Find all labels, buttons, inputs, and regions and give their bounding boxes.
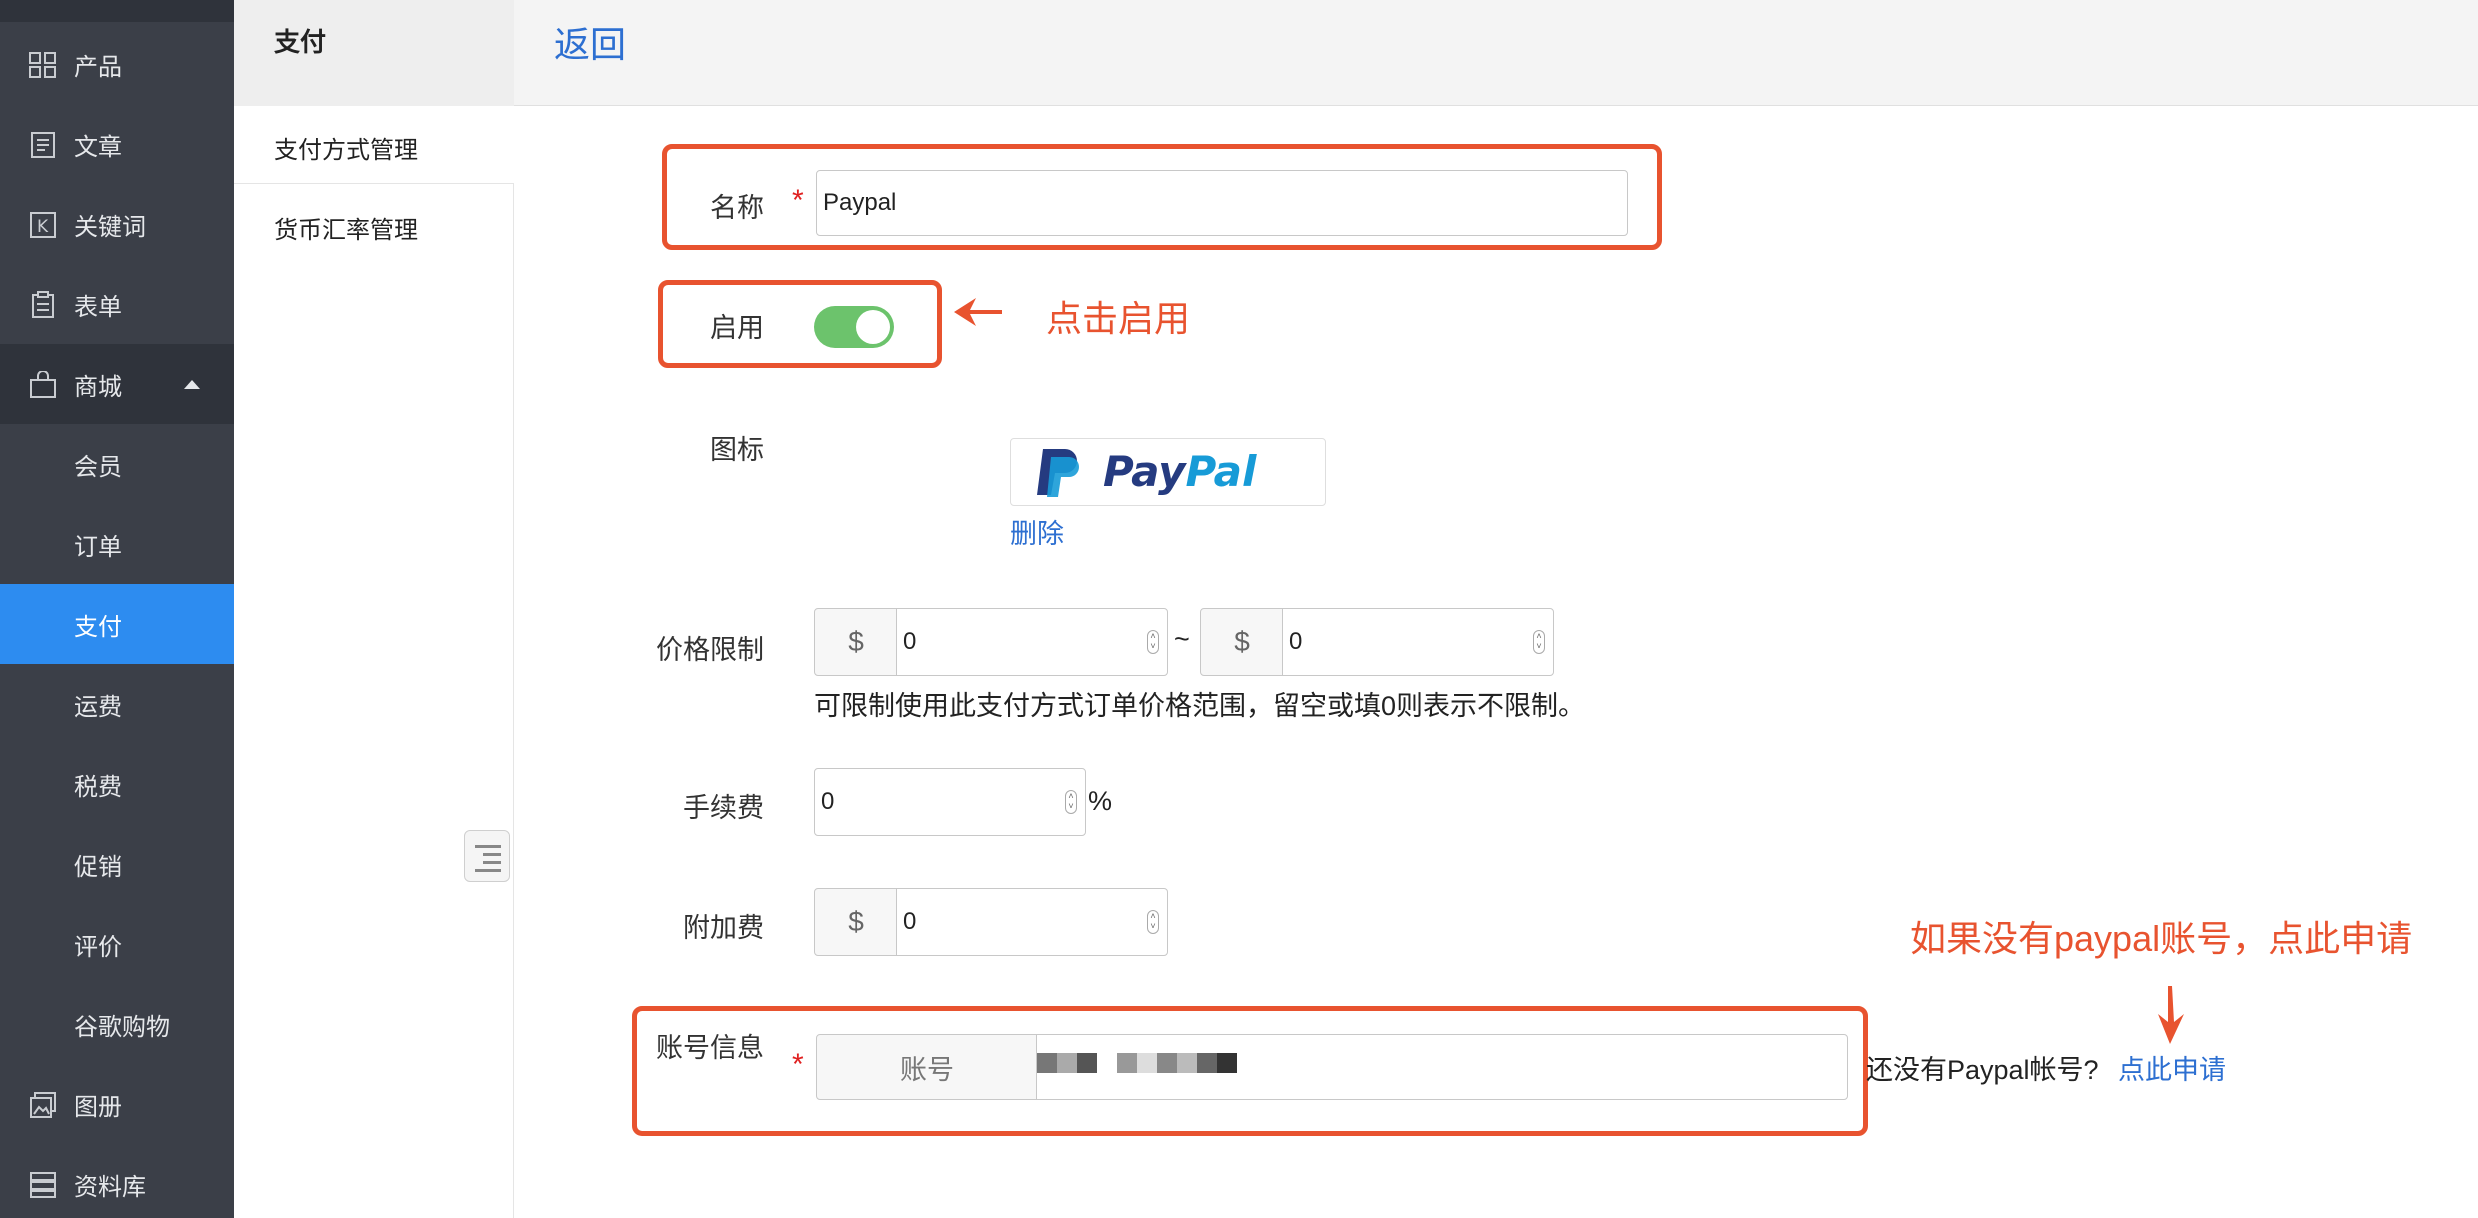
sidebar-item-keywords[interactable]: K 关键词 [0,184,234,264]
sidebar-item-label: 图册 [74,1093,122,1121]
price-limit-label: 价格限制 [656,635,764,665]
sidebar-item-label: 评价 [74,933,122,961]
sidebar-item-label: 促销 [74,853,122,881]
annotation-apply-hint: 如果没有paypal账号，点此申请 [1910,918,2413,959]
sidebar-item-google-shopping[interactable]: 谷歌购物 [0,984,234,1064]
sidebar-item-label: 支付 [74,613,122,641]
no-account-text: 还没有Paypal帐号? [1866,1055,2099,1085]
stepper-icon[interactable]: ˄ ˅ [1147,910,1159,934]
price-min-value: 0 [903,628,917,655]
account-addon: 账号 [816,1034,1038,1100]
price-range-separator: ~ [1174,624,1190,654]
sidebar-item-label: 运费 [74,693,122,721]
toggle-knob [856,310,890,344]
subnav-header: 支付 [234,0,514,106]
sidebar-item-label: 税费 [74,773,122,801]
shopping-bag-icon [30,371,56,398]
fee-unit: % [1088,786,1113,816]
subnav-item-payment-methods[interactable]: 支付方式管理 [234,106,514,184]
collapse-sidebar-button[interactable] [464,830,510,882]
sidebar-item-label: 谷歌购物 [74,1013,170,1041]
subnav-item-label: 货币汇率管理 [274,217,418,244]
apply-account-link[interactable]: 点此申请 [2118,1048,2226,1087]
grid-icon [29,52,56,78]
delete-icon-link[interactable]: 删除 [1010,512,1064,551]
price-min-input[interactable]: 0 ˄ ˅ [896,608,1168,676]
sidebar-item-label: 产品 [74,53,122,81]
sidebar-item-label: 商城 [74,373,122,401]
arrow-down-icon [2158,986,2184,1044]
name-label: 名称 [710,193,764,223]
sidebar-item-label: 订单 [74,533,122,561]
surcharge-value: 0 [903,908,917,935]
fee-input[interactable]: 0 ˄ ˅ [814,768,1086,836]
sidebar-item-promotions[interactable]: 促销 [0,824,234,904]
arrow-left-icon [954,298,1002,326]
sidebar-item-gallery[interactable]: 图册 [0,1064,234,1144]
price-max-input[interactable]: 0 ˄ ˅ [1282,608,1554,676]
icon-label: 图标 [710,435,764,465]
sub-navigation: 支付 支付方式管理 货币汇率管理 [234,0,514,1218]
masked-account-value [1037,1053,1237,1073]
sidebar-item-mall[interactable]: 商城 [0,344,234,424]
paypal-logo-text-b: Pal [1185,447,1257,496]
sidebar-item-forms[interactable]: 表单 [0,264,234,344]
account-info-label: 账号信息 [656,1033,764,1063]
enable-label: 启用 [710,313,764,343]
gallery-icon [30,1092,56,1118]
currency-addon: $ [814,888,898,956]
subnav-item-label: 支付方式管理 [274,137,418,164]
paypal-logo-text-a: Pay [1103,447,1186,496]
name-input[interactable]: Paypal [816,170,1628,236]
sidebar-item-label: 关键词 [74,213,146,241]
stepper-icon[interactable]: ˄ ˅ [1533,630,1545,654]
sidebar-item-label: 资料库 [74,1173,146,1201]
subnav-item-currency-rates[interactable]: 货币汇率管理 [234,186,514,264]
sidebar-item-label: 文章 [74,133,122,161]
sidebar-item-articles[interactable]: 文章 [0,104,234,184]
sidebar-item-tax[interactable]: 税费 [0,744,234,824]
subnav-title: 支付 [274,27,327,57]
sidebar-item-label: 会员 [74,453,122,481]
caret-up-icon [184,380,200,389]
enable-toggle[interactable] [814,306,894,348]
price-limit-hint: 可限制使用此支付方式订单价格范围，留空或填0则表示不限制。 [814,691,1586,721]
surcharge-label: 附加费 [683,913,764,943]
currency-addon: $ [1200,608,1284,676]
sidebar-item-reviews[interactable]: 评价 [0,904,234,984]
sidebar-item-payment[interactable]: 支付 [0,584,234,664]
paypal-logo: PayPal [1010,438,1326,506]
sidebar-item-shipping[interactable]: 运费 [0,664,234,744]
fee-label: 手续费 [683,793,764,823]
sidebar-top-edge [0,0,234,22]
page-header: 返回 [514,0,2478,106]
account-input[interactable] [1036,1034,1848,1100]
clipboard-icon [32,291,54,318]
stepper-icon[interactable]: ˄ ˅ [1065,790,1077,814]
keyword-icon: K [30,212,56,238]
sidebar-item-label: 表单 [74,293,122,321]
annotation-enable-hint: 点击启用 [1046,298,1191,339]
sidebar-item-products[interactable]: 产品 [0,24,234,104]
sidebar-item-members[interactable]: 会员 [0,424,234,504]
stepper-icon[interactable]: ˄ ˅ [1147,630,1159,654]
paypal-p-icon [1037,449,1079,497]
back-link[interactable]: 返回 [554,16,626,68]
document-icon [31,132,55,158]
fee-value: 0 [821,788,835,815]
main-sidebar: 产品 文章 K 关键词 表单 商城 会员 订单 支付 运费 税费 促销 评价 谷… [0,0,234,1218]
svg-text:K: K [37,217,49,237]
required-mark: * [792,1048,804,1081]
currency-addon: $ [814,608,898,676]
required-mark: * [792,184,804,217]
sidebar-item-orders[interactable]: 订单 [0,504,234,584]
database-icon [30,1172,56,1198]
surcharge-input[interactable]: 0 ˄ ˅ [896,888,1168,956]
price-max-value: 0 [1289,628,1303,655]
sidebar-item-library[interactable]: 资料库 [0,1144,234,1218]
